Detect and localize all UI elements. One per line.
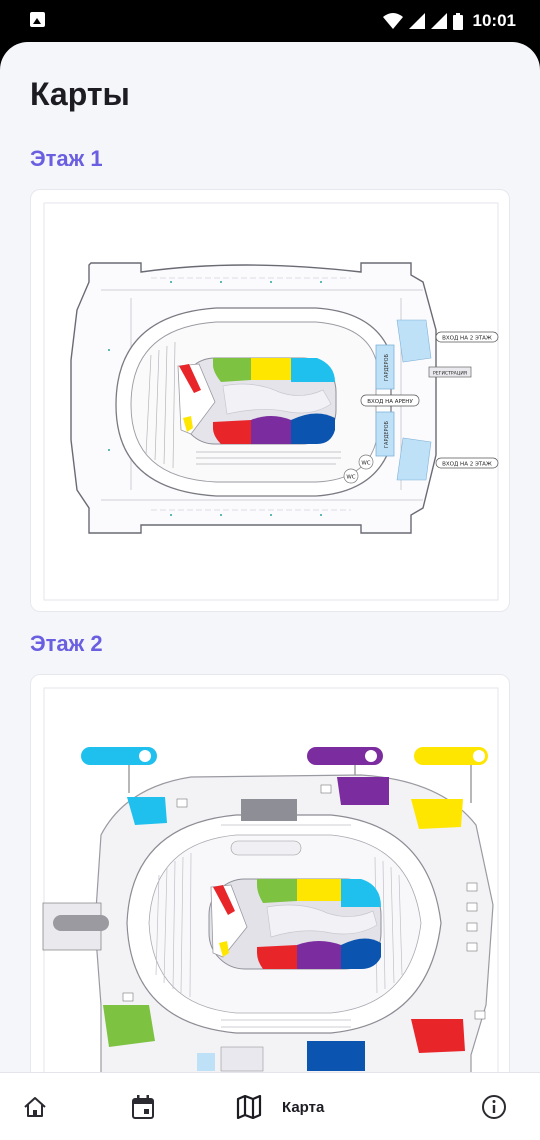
maps-screen[interactable]: Карты Этаж 1 ГАРДЕРОБ ГАРДЕРОБ ВХОД НА 2… [0,42,540,1072]
nav-map-label: Карта [282,1098,325,1116]
nav-calendar[interactable] [128,1091,158,1123]
floor-2-title: Этаж 2 [30,631,103,656]
floor-1-map-card[interactable]: ГАРДЕРОБ ГАРДЕРОБ ВХОД НА 2 ЭТАЖ РЕГИСТР… [30,189,510,612]
wifi-icon [382,13,403,29]
floor-1-label-registration: РЕГИСТРАЦИЯ [433,371,467,377]
nav-home[interactable] [20,1091,50,1123]
bottom-nav: Карта [0,1072,540,1140]
floor-1-label-wardrobe-top: ГАРДЕРОБ [384,353,390,381]
calendar-icon [132,1095,154,1119]
info-icon [482,1095,506,1119]
floor-1-label-entrance-bottom: ВХОД НА 2 ЭТАЖ [442,462,492,468]
page-title: Карты [30,76,130,112]
map-icon [236,1095,262,1119]
status-time: 10:01 [472,11,516,30]
status-bar: 10:01 [0,0,540,42]
floor-2-map[interactable] [31,675,510,1072]
nav-map[interactable]: Карта [236,1091,376,1123]
floor-1-label-wc-1: WC [361,461,370,467]
floor-1-label-wc-2: WC [346,475,355,481]
status-icons: 10:01 [382,10,516,32]
signal-icon-2 [430,13,447,29]
floor-1-label-entrance-top: ВХОД НА 2 ЭТАЖ [442,336,492,342]
battery-icon [452,12,463,30]
floor-2-map-card[interactable] [30,674,510,1072]
floor-1-map[interactable]: ГАРДЕРОБ ГАРДЕРОБ ВХОД НА 2 ЭТАЖ РЕГИСТР… [31,190,510,612]
floor-1-label-arena-entrance: ВХОД НА АРЕНУ [367,399,413,405]
floor-1-title: Этаж 1 [30,146,103,171]
floor-1-label-wardrobe-bottom: ГАРДЕРОБ [384,420,390,448]
nav-info[interactable] [479,1091,509,1123]
signal-icon [408,13,425,29]
image-notification-icon [30,12,45,27]
home-icon [24,1097,46,1117]
